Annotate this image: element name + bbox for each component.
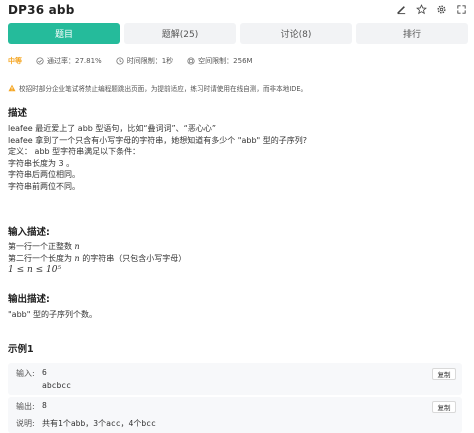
problem-meta: 中等 通过率：27.81% 时间限制：1秒 空间限制：256M (8, 55, 253, 67)
tab-problem[interactable]: 题目 (8, 23, 120, 44)
description-line: leafee 拿到了一个只含有小写字母的字符串，她想知道有多少个 "abb" 型… (8, 135, 307, 145)
problem-header: DP36 abb (0, 0, 474, 20)
problem-tabs: 题目 题解(25) 讨论(8) 排行 (8, 23, 468, 44)
example-input-line: abcbcc (42, 381, 71, 390)
time-limit-text: 时间限制：1秒 (126, 57, 174, 65)
problem-title: DP36 abb (8, 3, 75, 17)
difficulty-badge: 中等 (8, 57, 22, 65)
example-title: 示例1 (8, 344, 34, 355)
memory-icon (187, 57, 195, 65)
check-circle-icon (36, 57, 44, 65)
input-desc-title: 输入描述: (8, 227, 50, 238)
description-title: 描述 (8, 108, 28, 119)
example-input-label: 输入: (16, 369, 35, 378)
description-line: 字符串长度为 3 。 (8, 158, 75, 168)
math-var: n (74, 242, 80, 251)
example-output-label: 输出: (16, 402, 35, 411)
tab-solutions[interactable]: 题解(25) (124, 23, 236, 44)
expand-icon[interactable] (455, 3, 468, 16)
exam-notice: 校招时部分企业笔试将禁止编程题跳出页面，为提前适应，练习时请使用在线自测，而非本… (8, 82, 307, 94)
example-explain-label: 说明: (16, 419, 35, 428)
warning-icon (8, 84, 16, 92)
copy-input-button[interactable]: 复制 (432, 368, 456, 380)
output-desc-body: "abb" 型的子序列个数。 (8, 310, 97, 319)
input-desc-line: 第一行一个正整数 n (8, 241, 186, 253)
input-desc-text: 第二行一个长度为 (8, 253, 75, 263)
notice-text: 校招时部分企业笔试将禁止编程题跳出页面，为提前适应，练习时请使用在线自测，而非本… (19, 85, 308, 93)
memory-limit: 空间限制：256M (187, 56, 253, 66)
pass-rate-text: 通过率：27.81% (47, 57, 102, 65)
header-toolbar (395, 3, 468, 16)
input-desc-text: 第一行一个正整数 (8, 242, 75, 251)
star-icon[interactable] (415, 3, 428, 16)
input-desc-line: 第二行一个长度为 n 的字符串（只包含小写字母） (8, 253, 186, 265)
clock-icon (116, 57, 124, 65)
description-body: leafee 最近爱上了 abb 型语句，比如“叠词词”、“恶心心” leafe… (8, 123, 307, 192)
tab-discussion[interactable]: 讨论(8) (240, 23, 352, 44)
example-explain-value: 共有1个abb，3个acc，4个bcc (42, 419, 156, 428)
example-output-box: 输出: 8 复制 说明: 共有1个abb，3个acc，4个bcc (8, 397, 462, 433)
description-line: leafee 最近爱上了 abb 型语句，比如“叠词词”、“恶心心” (8, 124, 216, 133)
time-limit: 时间限制：1秒 (116, 56, 173, 66)
tab-ranking[interactable]: 排行 (356, 23, 468, 44)
output-desc-title: 输出描述: (8, 294, 50, 305)
input-desc-text: 的字符串（只包含小写字母） (79, 253, 187, 263)
edit-icon[interactable] (395, 3, 408, 16)
settings-icon[interactable] (435, 3, 448, 16)
description-line: 字符串前两位不同。 (8, 181, 80, 191)
memory-limit-text: 空间限制：256M (198, 57, 253, 65)
input-desc-body: 第一行一个正整数 n 第二行一个长度为 n 的字符串（只包含小写字母） 1 ≤ … (8, 241, 186, 277)
description-line: 定义： abb 型字符串满足以下条件： (8, 147, 141, 156)
example-output-value: 8 (42, 401, 47, 410)
description-line: 字符串后两位相同。 (8, 170, 80, 179)
input-constraint: 1 ≤ n ≤ 10⁵ (8, 265, 62, 275)
pass-rate: 通过率：27.81% (36, 56, 102, 66)
example-input-line: 6 (42, 368, 47, 377)
example-input-box: 输入: 6 abcbcc 复制 (8, 363, 462, 395)
copy-output-button[interactable]: 复制 (432, 401, 456, 413)
